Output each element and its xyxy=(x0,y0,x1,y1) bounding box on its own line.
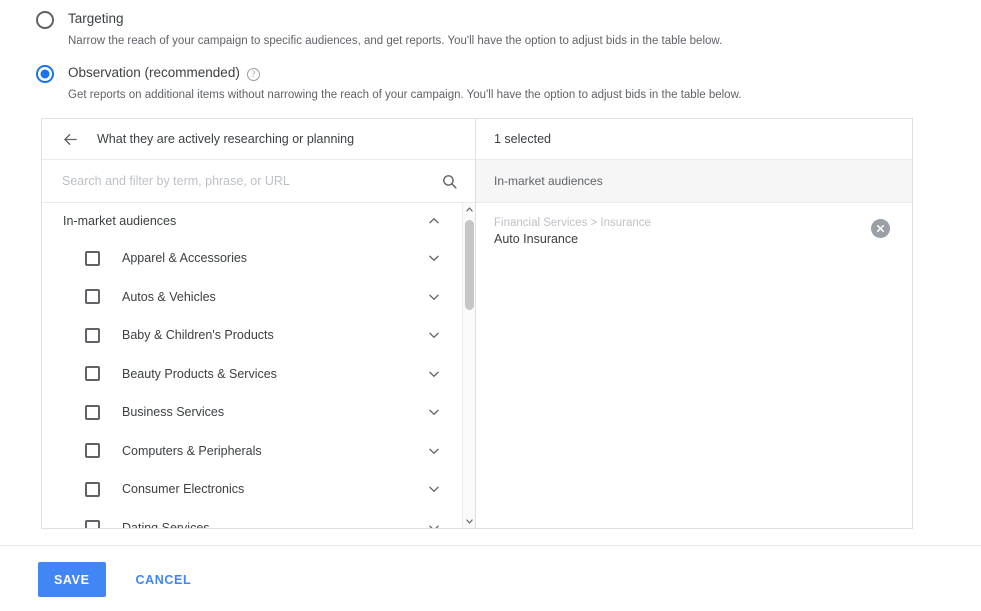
audience-picker-panel: What they are actively researching or pl… xyxy=(41,118,913,529)
list-scrollbar[interactable] xyxy=(462,203,475,528)
option-targeting-description: Narrow the reach of your campaign to spe… xyxy=(68,35,723,47)
option-observation-description: Get reports on additional items without … xyxy=(68,89,742,101)
caret-up-icon[interactable] xyxy=(465,203,474,216)
checkbox[interactable] xyxy=(85,404,100,420)
selected-count: 1 selected xyxy=(476,119,912,160)
search-input[interactable] xyxy=(60,173,439,189)
search-icon[interactable] xyxy=(439,171,459,191)
scrollbar-track[interactable] xyxy=(463,216,475,515)
audience-picker-screen: Targeting Narrow the reach of your campa… xyxy=(0,0,981,611)
radio-targeting[interactable] xyxy=(36,11,54,29)
selected-column: 1 selected In-market audiences Financial… xyxy=(476,119,912,528)
scrollbar-thumb[interactable] xyxy=(465,220,474,310)
list-item-label: Baby & Children's Products xyxy=(122,328,274,343)
selected-item-text: Financial Services > Insurance Auto Insu… xyxy=(494,215,871,248)
chevron-down-icon[interactable] xyxy=(425,480,443,498)
selected-section-label: In-market audiences xyxy=(476,160,912,203)
chevron-down-icon[interactable] xyxy=(425,442,443,460)
option-observation-label: Observation (recommended) xyxy=(68,65,240,80)
list-item[interactable]: Computers & Peripherals xyxy=(42,432,463,471)
list-item[interactable]: Apparel & Accessories xyxy=(42,239,463,278)
option-observation-row[interactable]: Observation (recommended) ? xyxy=(36,64,741,83)
list-item-label: Autos & Vehicles xyxy=(122,289,216,304)
selected-item-path: Financial Services > Insurance xyxy=(494,217,651,229)
chevron-down-icon[interactable] xyxy=(425,365,443,383)
list-item-label: Computers & Peripherals xyxy=(122,443,262,458)
option-observation[interactable]: Observation (recommended) ? Get reports … xyxy=(36,64,741,103)
footer-divider xyxy=(0,545,981,546)
list-item-label: Consumer Electronics xyxy=(122,482,245,497)
checkbox[interactable] xyxy=(85,366,100,382)
option-targeting-row[interactable]: Targeting xyxy=(36,10,722,29)
chevron-down-icon[interactable] xyxy=(425,326,443,344)
search-row[interactable] xyxy=(42,160,475,203)
panel-header: What they are actively researching or pl… xyxy=(42,119,475,160)
panel-title: What they are actively researching or pl… xyxy=(97,132,355,146)
close-circle-icon[interactable] xyxy=(871,219,890,238)
category-list: In-market audiences Apparel & Accessorie… xyxy=(42,203,463,528)
list-item-label: Dating Services xyxy=(122,520,210,528)
list-item[interactable]: Autos & Vehicles xyxy=(42,278,463,317)
list-item-label: Beauty Products & Services xyxy=(122,366,277,381)
browse-column: What they are actively researching or pl… xyxy=(42,119,476,528)
chevron-down-icon[interactable] xyxy=(425,403,443,421)
selected-item-name: Auto Insurance xyxy=(494,232,579,246)
option-targeting-label: Targeting xyxy=(68,11,124,26)
chevron-down-icon[interactable] xyxy=(425,249,443,267)
selected-list: Financial Services > Insurance Auto Insu… xyxy=(476,203,912,528)
cancel-button[interactable]: CANCEL xyxy=(122,562,206,597)
chevron-down-icon[interactable] xyxy=(425,519,443,528)
footer-actions: SAVE CANCEL xyxy=(38,562,205,597)
checkbox[interactable] xyxy=(85,520,100,528)
list-item[interactable]: Dating Services xyxy=(42,509,463,528)
checkbox[interactable] xyxy=(85,481,100,497)
radio-observation[interactable] xyxy=(36,65,54,83)
category-list-wrapper: In-market audiences Apparel & Accessorie… xyxy=(42,203,475,528)
list-item[interactable]: Baby & Children's Products xyxy=(42,316,463,355)
checkbox[interactable] xyxy=(85,327,100,343)
selected-item: Financial Services > Insurance Auto Insu… xyxy=(476,212,912,251)
list-item[interactable]: Business Services xyxy=(42,393,463,432)
group-header-label: In-market audiences xyxy=(63,214,177,228)
arrow-left-icon[interactable] xyxy=(60,129,80,149)
checkbox[interactable] xyxy=(85,250,100,266)
option-targeting[interactable]: Targeting Narrow the reach of your campa… xyxy=(36,10,722,49)
chevron-up-icon[interactable] xyxy=(425,212,443,230)
checkbox[interactable] xyxy=(85,289,100,305)
list-item[interactable]: Beauty Products & Services xyxy=(42,355,463,394)
group-header-in-market-audiences[interactable]: In-market audiences xyxy=(42,203,463,239)
list-item[interactable]: Consumer Electronics xyxy=(42,470,463,509)
list-item-label: Business Services xyxy=(122,405,225,420)
help-icon[interactable]: ? xyxy=(246,67,260,81)
caret-down-icon[interactable] xyxy=(465,515,474,528)
chevron-down-icon[interactable] xyxy=(425,288,443,306)
list-item-label: Apparel & Accessories xyxy=(122,251,248,266)
option-observation-label-wrap: Observation (recommended) ? xyxy=(68,64,260,82)
save-button[interactable]: SAVE xyxy=(38,562,106,597)
checkbox[interactable] xyxy=(85,443,100,459)
